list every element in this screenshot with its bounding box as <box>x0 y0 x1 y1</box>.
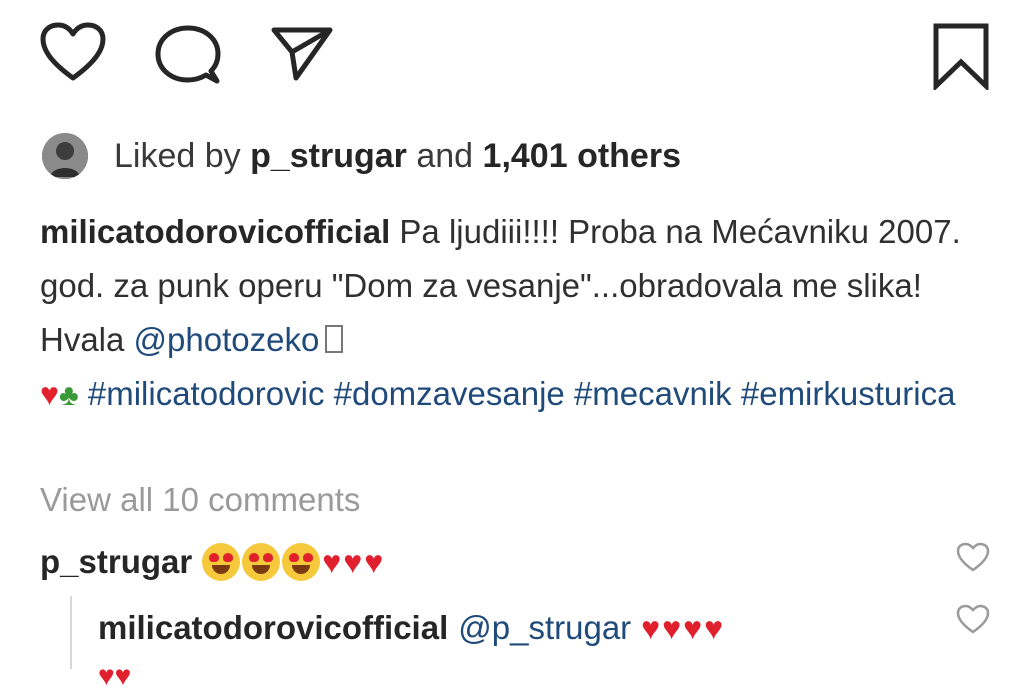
caption-mention[interactable]: @photozeko <box>134 321 320 358</box>
view-all-comments-link[interactable]: View all 10 comments <box>40 481 360 519</box>
likes-prefix: Liked by <box>114 136 251 175</box>
red-heart-icon: ♥ <box>40 376 59 412</box>
like-heart-icon[interactable] <box>40 22 106 82</box>
partial-emoji-row: ♥♥ <box>98 660 131 692</box>
red-heart-icon: ♥ <box>343 543 363 580</box>
reply-emoji: ♥ ♥ ♥ ♥ <box>641 610 723 647</box>
red-heart-icon: ♥ <box>322 543 342 580</box>
hashtag[interactable]: #domzavesanje <box>334 375 565 412</box>
liker-username[interactable]: p_strugar <box>250 137 407 175</box>
heart-eyes-icon <box>282 543 321 581</box>
heart-eyes-icon <box>202 543 241 581</box>
likes-row: Liked by p_strugar and 1,401 others <box>42 132 681 180</box>
likes-text: Liked by p_strugar and 1,401 others <box>114 137 681 176</box>
red-heart-icon: ♥ <box>364 543 384 580</box>
reply-username[interactable]: milicatodorovicofficial <box>98 609 448 647</box>
comment-bubble-icon[interactable] <box>155 24 221 86</box>
avatar-person-icon <box>42 133 88 179</box>
comment-row: p_strugar ♥ ♥ ♥ <box>40 537 383 587</box>
reply-like-heart-icon[interactable] <box>956 604 990 634</box>
comment-like-heart-icon[interactable] <box>956 542 990 572</box>
red-heart-icon: ♥ <box>683 609 703 646</box>
red-heart-icon: ♥ <box>662 609 682 646</box>
save-bookmark-icon[interactable] <box>930 22 992 90</box>
reply-row: milicatodorovicofficial @p_strugar ♥ ♥ ♥… <box>98 600 723 656</box>
red-heart-icon: ♥♥ <box>98 660 132 691</box>
caption-username[interactable]: milicatodorovicofficial <box>40 213 390 250</box>
red-heart-icon: ♥ <box>704 609 724 646</box>
reply-thread-line <box>70 596 72 669</box>
hashtag[interactable]: #emirkusturica <box>741 375 956 412</box>
likes-count[interactable]: 1,401 others <box>483 137 681 175</box>
clover-icon: ♣ <box>59 379 79 412</box>
hashtag[interactable]: #mecavnik <box>574 375 732 412</box>
hashtag[interactable]: #milicatodorovic <box>88 375 325 412</box>
share-paper-plane-icon[interactable] <box>270 24 334 82</box>
reply-mention[interactable]: @p_strugar <box>458 609 631 647</box>
missing-glyph-icon <box>325 325 344 353</box>
post-caption: milicatodorovicofficial Pa ljudiii!!!! P… <box>40 205 980 423</box>
avatar[interactable] <box>42 133 88 179</box>
comment-emoji: ♥ ♥ ♥ <box>202 543 383 581</box>
likes-middle: and <box>406 136 483 175</box>
heart-eyes-icon <box>242 543 281 581</box>
comment-username[interactable]: p_strugar <box>40 543 192 581</box>
red-heart-icon: ♥ <box>641 609 661 646</box>
